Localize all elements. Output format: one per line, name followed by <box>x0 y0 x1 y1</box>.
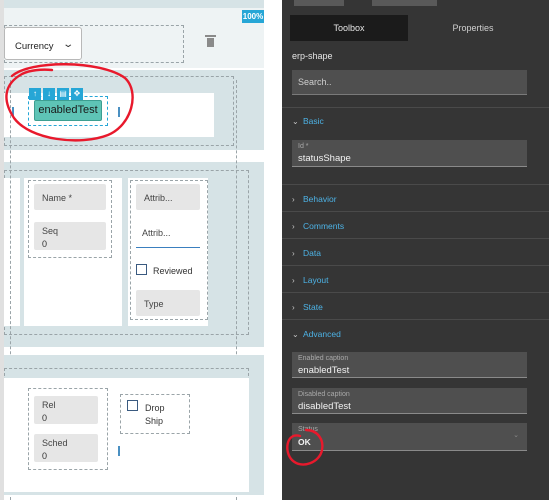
section-comments[interactable]: › Comments <box>292 221 344 231</box>
divider <box>282 292 549 293</box>
designer-canvas[interactable]: Currency ⌄ 100% ↑ ↓ ▤ ✥ enabledTest Name… <box>0 0 282 500</box>
section-behavior[interactable]: › Behavior <box>292 194 337 204</box>
canvas-top-band <box>4 0 264 8</box>
currency-select-label: Currency <box>15 41 54 52</box>
id-field-caption: Id * <box>298 143 309 150</box>
section-advanced[interactable]: ⌄ Advanced <box>292 329 341 339</box>
rel-field-value: 0 <box>42 413 48 423</box>
tab-properties[interactable]: Properties <box>408 15 538 41</box>
section-state[interactable]: › State <box>292 302 323 312</box>
section-data-label: Data <box>303 248 321 258</box>
chevron-right-icon: › <box>292 222 295 231</box>
disabled-caption-label: Disabled caption <box>298 391 350 398</box>
seq-field-value: 0 <box>42 239 48 249</box>
drop-marker-right <box>118 107 120 117</box>
divider <box>282 184 549 185</box>
sched-field[interactable]: Sched 0 <box>34 434 98 462</box>
enabled-caption-label: Enabled caption <box>298 355 349 362</box>
section-layout-label: Layout <box>303 275 329 285</box>
copy-icon[interactable]: ▤ <box>57 88 69 100</box>
id-field[interactable]: Id * statusShape <box>292 140 527 167</box>
reviewed-label: Reviewed <box>153 266 193 276</box>
chevron-down-icon: ⌄ <box>61 39 74 50</box>
reviewed-checkbox[interactable] <box>136 264 147 275</box>
sidebar-top-button-1[interactable] <box>294 0 344 6</box>
divider <box>282 211 549 212</box>
name-field[interactable]: Name * <box>34 184 106 210</box>
attrib-field-1[interactable]: Attrib... <box>136 184 200 210</box>
disabled-caption-field[interactable]: Disabled caption disabledTest <box>292 388 527 414</box>
chevron-right-icon: › <box>292 195 295 204</box>
seq-field[interactable]: Seq 0 <box>34 222 106 250</box>
section-basic[interactable]: ⌄ Basic <box>292 116 324 126</box>
seq-field-label: Seq <box>42 226 59 236</box>
status-caption: Status <box>298 426 318 433</box>
section-advanced-label: Advanced <box>303 329 341 339</box>
section-two-col-a <box>4 178 20 326</box>
name-field-label: Name * <box>42 193 73 203</box>
arrow-up-icon[interactable]: ↑ <box>29 88 41 100</box>
attrib-field-2-label: Attrib... <box>142 228 171 238</box>
divider <box>282 107 549 108</box>
drop-ship-label-drop: Drop <box>145 403 165 413</box>
drop-ship-label-ship: Ship <box>145 416 164 426</box>
attrib-field-1-label: Attrib... <box>144 193 173 203</box>
drop-marker-bottom <box>118 446 120 456</box>
section-state-label: State <box>303 302 323 312</box>
disabled-caption-value: disabledTest <box>298 401 351 412</box>
arrow-down-icon[interactable]: ↓ <box>43 88 55 100</box>
chevron-right-icon: › <box>292 249 295 258</box>
divider <box>282 319 549 320</box>
section-layout[interactable]: › Layout <box>292 275 329 285</box>
search-input[interactable]: Search.. <box>292 70 527 95</box>
chevron-right-icon: › <box>292 276 295 285</box>
section-data[interactable]: › Data <box>292 248 321 258</box>
divider <box>282 265 549 266</box>
shape-toolbar: ↑ ↓ ▤ ✥ <box>29 88 83 100</box>
enabled-caption-value: enabledTest <box>298 365 350 376</box>
tab-toolbox[interactable]: Toolbox <box>290 15 408 41</box>
component-name: erp-shape <box>292 51 333 61</box>
divider <box>282 238 549 239</box>
status-select[interactable]: Status OK ⌄ <box>292 423 527 451</box>
attrib-field-2[interactable]: Attrib... <box>136 228 200 248</box>
trash-icon[interactable] <box>205 35 216 47</box>
sched-field-label: Sched <box>42 438 68 448</box>
type-field-label: Type <box>144 299 164 309</box>
rel-field-label: Rel <box>42 400 56 410</box>
sched-field-value: 0 <box>42 451 48 461</box>
enabled-caption-field[interactable]: Enabled caption enabledTest <box>292 352 527 378</box>
drop-ship-checkbox[interactable] <box>127 400 138 411</box>
enabled-test-shape-button[interactable]: enabledTest <box>34 100 102 121</box>
chevron-down-icon: ⌄ <box>513 432 519 439</box>
section-basic-label: Basic <box>303 116 324 126</box>
chevron-right-icon: › <box>292 303 295 312</box>
id-field-value: statusShape <box>298 153 351 164</box>
move-icon[interactable]: ✥ <box>71 88 83 100</box>
properties-sidebar: Toolbox Properties erp-shape Search.. ⌄ B… <box>282 0 549 500</box>
chevron-down-icon: ⌄ <box>292 117 299 126</box>
drop-marker-left <box>12 107 14 117</box>
type-field[interactable]: Type <box>136 290 200 316</box>
section-behavior-label: Behavior <box>303 194 337 204</box>
sidebar-top-button-2[interactable] <box>372 0 437 6</box>
chevron-down-icon: ⌄ <box>292 330 299 339</box>
rel-field[interactable]: Rel 0 <box>34 396 98 424</box>
section-comments-label: Comments <box>303 221 345 231</box>
zoom-badge[interactable]: 100% <box>242 10 264 23</box>
currency-select[interactable]: Currency ⌄ <box>4 27 82 60</box>
status-value: OK <box>298 437 311 447</box>
